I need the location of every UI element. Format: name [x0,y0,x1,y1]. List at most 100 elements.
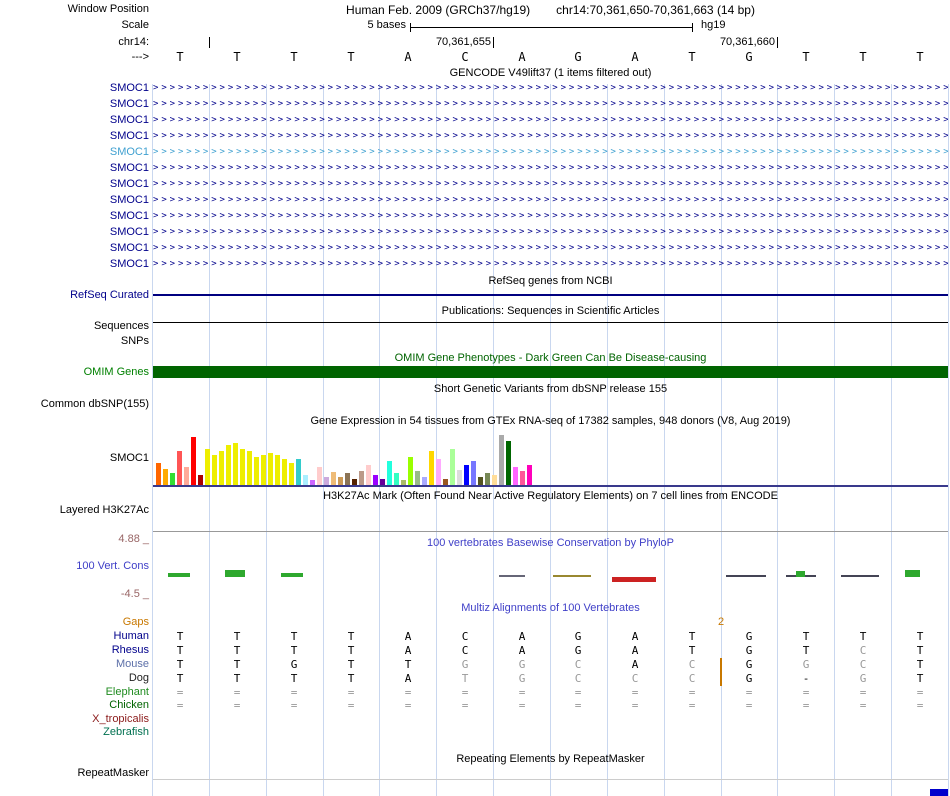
gtex-bar[interactable] [478,477,483,485]
gtex-bar[interactable] [527,465,532,485]
gencode-track-title[interactable]: GENCODE V49lift37 (1 items filtered out) [153,67,948,80]
gencode-transcript-row[interactable]: >>>>>>>>>>>>>>>>>>>>>>>>>>>>>>>>>>>>>>>>… [153,242,948,255]
gtex-bar[interactable] [296,459,301,485]
gtex-bar[interactable] [485,473,490,485]
gtex-bar[interactable] [457,470,462,485]
gtex-bar[interactable] [450,449,455,485]
gencode-gene-label[interactable]: SMOC1 [110,130,149,143]
gtex-bar[interactable] [254,457,259,485]
repeatmasker-track-title[interactable]: Repeating Elements by RepeatMasker [153,753,948,766]
gtex-bar[interactable] [506,441,511,485]
omim-genes-label[interactable]: OMIM Genes [84,366,149,379]
gtex-bar[interactable] [471,461,476,485]
gtex-bar[interactable] [205,449,210,485]
gencode-gene-label[interactable]: SMOC1 [110,210,149,223]
h3k27ac-track-label[interactable]: Layered H3K27Ac [60,504,149,517]
omim-track-title[interactable]: OMIM Gene Phenotypes - Dark Green Can Be… [153,352,948,365]
gtex-bar[interactable] [233,443,238,485]
gtex-bar[interactable] [366,465,371,485]
multiz-track-title[interactable]: Multiz Alignments of 100 Vertebrates [153,602,948,615]
sequences-track-label[interactable]: Sequences [94,320,149,333]
gtex-bar[interactable] [401,480,406,485]
gtex-bar[interactable] [359,471,364,485]
gtex-bar[interactable] [429,451,434,485]
gencode-transcript-row[interactable]: >>>>>>>>>>>>>>>>>>>>>>>>>>>>>>>>>>>>>>>>… [153,258,948,271]
gtex-bar[interactable] [212,455,217,485]
dbsnp-track-label[interactable]: Common dbSNP(155) [41,398,149,411]
gencode-gene-label[interactable]: SMOC1 [110,98,149,111]
gencode-gene-label[interactable]: SMOC1 [110,242,149,255]
gtex-bar[interactable] [156,463,161,485]
gencode-gene-label[interactable]: SMOC1 [110,178,149,191]
gtex-bar[interactable] [345,473,350,485]
gtex-bar[interactable] [422,477,427,485]
gencode-transcript-row[interactable]: >>>>>>>>>>>>>>>>>>>>>>>>>>>>>>>>>>>>>>>>… [153,178,948,191]
gencode-transcript-row[interactable]: >>>>>>>>>>>>>>>>>>>>>>>>>>>>>>>>>>>>>>>>… [153,210,948,223]
gencode-gene-label[interactable]: SMOC1 [110,146,149,159]
phylop-track-label[interactable]: 100 Vert. Cons [76,560,149,573]
gencode-gene-label[interactable]: SMOC1 [110,162,149,175]
gencode-transcript-row[interactable]: >>>>>>>>>>>>>>>>>>>>>>>>>>>>>>>>>>>>>>>>… [153,146,948,159]
gtex-bar[interactable] [170,473,175,485]
species-label-zebrafish[interactable]: Zebrafish [103,726,149,739]
gtex-track-title[interactable]: Gene Expression in 54 tissues from GTEx … [153,415,948,428]
dbsnp-track-title[interactable]: Short Genetic Variants from dbSNP releas… [153,383,948,396]
gencode-transcript-row[interactable]: >>>>>>>>>>>>>>>>>>>>>>>>>>>>>>>>>>>>>>>>… [153,226,948,239]
refseq-curated-label[interactable]: RefSeq Curated [70,289,149,302]
refseq-curated-item[interactable] [153,294,948,296]
gtex-bar[interactable] [303,475,308,485]
repeatmasker-track-label[interactable]: RepeatMasker [77,767,149,780]
gtex-bar[interactable] [352,479,357,485]
gencode-transcript-row[interactable]: >>>>>>>>>>>>>>>>>>>>>>>>>>>>>>>>>>>>>>>>… [153,82,948,95]
gtex-bar[interactable] [184,467,189,485]
gtex-bar[interactable] [275,455,280,485]
gtex-bar[interactable] [436,459,441,485]
gtex-bar[interactable] [373,475,378,485]
gtex-bar[interactable] [177,451,182,485]
gtex-bar[interactable] [443,479,448,485]
gtex-bar[interactable] [219,451,224,485]
gencode-transcript-row[interactable]: >>>>>>>>>>>>>>>>>>>>>>>>>>>>>>>>>>>>>>>>… [153,114,948,127]
gtex-bar[interactable] [513,467,518,485]
gtex-bar[interactable] [324,477,329,485]
h3k27ac-track-title[interactable]: H3K27Ac Mark (Often Found Near Active Re… [153,490,948,503]
gtex-bar[interactable] [163,469,168,485]
gencode-gene-label[interactable]: SMOC1 [110,194,149,207]
gencode-transcript-row[interactable]: >>>>>>>>>>>>>>>>>>>>>>>>>>>>>>>>>>>>>>>>… [153,162,948,175]
gtex-bar[interactable] [240,449,245,485]
gtex-bar[interactable] [317,467,322,485]
gtex-bar[interactable] [247,451,252,485]
species-label-rhesus[interactable]: Rhesus [112,644,149,657]
gtex-bar[interactable] [191,437,196,485]
gtex-bar[interactable] [338,477,343,485]
gtex-bar[interactable] [261,455,266,485]
gtex-bar[interactable] [464,465,469,485]
gtex-bar[interactable] [492,475,497,485]
species-label-dog[interactable]: Dog [129,672,149,685]
refseq-track-title[interactable]: RefSeq genes from NCBI [153,275,948,288]
gtex-bar[interactable] [226,445,231,485]
gtex-bar[interactable] [415,471,420,485]
phylop-track-title[interactable]: 100 vertebrates Basewise Conservation by… [153,537,948,550]
gencode-transcript-row[interactable]: >>>>>>>>>>>>>>>>>>>>>>>>>>>>>>>>>>>>>>>>… [153,98,948,111]
gtex-gene-label[interactable]: SMOC1 [110,452,149,465]
gtex-bar[interactable] [198,475,203,485]
gtex-bar[interactable] [268,453,273,485]
species-label-human[interactable]: Human [114,630,149,643]
gencode-gene-label[interactable]: SMOC1 [110,258,149,271]
gtex-bar[interactable] [387,461,392,485]
gtex-bar[interactable] [282,459,287,485]
gtex-bar[interactable] [331,472,336,485]
species-label-elephant[interactable]: Elephant [106,686,149,699]
gtex-bar[interactable] [310,480,315,485]
publications-track-title[interactable]: Publications: Sequences in Scientific Ar… [153,305,948,318]
gtex-bar[interactable] [380,479,385,485]
gtex-bar[interactable] [394,473,399,485]
species-label-x_tropicalis[interactable]: X_tropicalis [92,713,149,726]
species-label-mouse[interactable]: Mouse [116,658,149,671]
species-label-chicken[interactable]: Chicken [109,699,149,712]
gtex-bar[interactable] [289,463,294,485]
gencode-transcript-row[interactable]: >>>>>>>>>>>>>>>>>>>>>>>>>>>>>>>>>>>>>>>>… [153,130,948,143]
gencode-gene-label[interactable]: SMOC1 [110,226,149,239]
gtex-bar[interactable] [520,471,525,485]
